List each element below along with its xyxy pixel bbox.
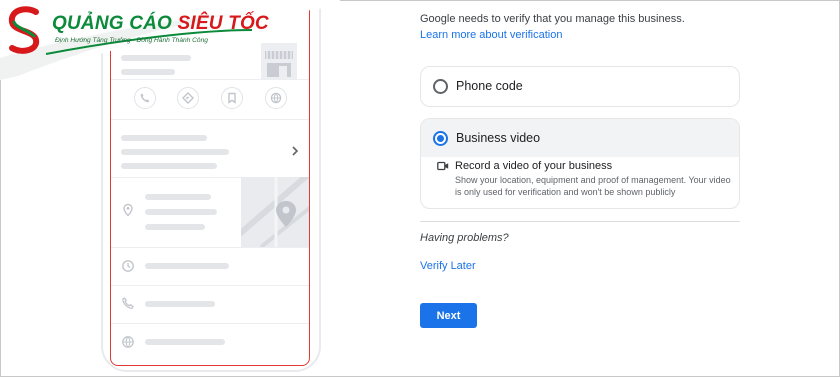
map-pin-icon bbox=[241, 177, 309, 247]
brand-tagline: Định Hướng Tăng Trưởng - Đồng Hành Thành… bbox=[55, 37, 208, 44]
radio-phone-code[interactable] bbox=[433, 79, 448, 94]
phone-placeholder bbox=[145, 301, 215, 307]
divider bbox=[111, 285, 309, 286]
divider bbox=[111, 119, 309, 120]
divider bbox=[111, 323, 309, 324]
directions-icon bbox=[182, 92, 194, 104]
map-thumbnail bbox=[241, 177, 309, 247]
phone-icon bbox=[122, 297, 134, 310]
brand-name: QUẢNG CÁO SIÊU TỐC bbox=[52, 13, 269, 35]
brand-name-part1: QUẢNG CÁO bbox=[52, 13, 173, 34]
globe-icon bbox=[122, 336, 134, 348]
hours-placeholder bbox=[145, 263, 229, 269]
option-label-phone-code: Phone code bbox=[456, 79, 523, 93]
learn-more-link[interactable]: Learn more about verification bbox=[420, 29, 562, 41]
videocam-icon bbox=[437, 161, 449, 171]
verify-later-link[interactable]: Verify Later bbox=[420, 260, 476, 272]
brand-name-part2: SIÊU TỐC bbox=[177, 13, 269, 34]
option-label-business-video: Business video bbox=[456, 131, 541, 145]
option-business-video[interactable]: Business video Record a video of your bu… bbox=[420, 118, 740, 209]
option-phone-code[interactable]: Phone code bbox=[420, 66, 740, 107]
address-placeholder bbox=[145, 194, 211, 200]
having-problems-text: Having problems? bbox=[420, 232, 509, 244]
text-placeholder bbox=[121, 135, 207, 141]
chevron-right-icon bbox=[292, 146, 299, 156]
video-detail-description: Show your location, equipment and proof … bbox=[455, 175, 731, 197]
next-button[interactable]: Next bbox=[420, 303, 477, 328]
globe-icon bbox=[270, 92, 282, 104]
section-divider bbox=[420, 221, 740, 222]
location-pin-icon bbox=[123, 203, 133, 217]
clock-icon bbox=[122, 260, 134, 272]
address-placeholder bbox=[145, 224, 205, 230]
website-action bbox=[265, 87, 287, 109]
verification-intro: Google needs to verify that you manage t… bbox=[420, 13, 685, 25]
divider bbox=[111, 247, 309, 248]
text-placeholder bbox=[121, 149, 229, 155]
phone-icon bbox=[140, 93, 150, 103]
address-placeholder bbox=[145, 209, 217, 215]
directions-action bbox=[177, 87, 199, 109]
website-placeholder bbox=[145, 339, 225, 345]
save-action bbox=[221, 87, 243, 109]
bookmark-icon bbox=[228, 92, 236, 104]
radio-business-video[interactable] bbox=[433, 131, 448, 146]
brand-logo: QUẢNG CÁO SIÊU TỐC Định Hướng Tăng Trưởn… bbox=[0, 0, 340, 80]
text-placeholder bbox=[121, 163, 217, 169]
call-action bbox=[134, 87, 156, 109]
video-detail-title: Record a video of your business bbox=[455, 160, 613, 172]
